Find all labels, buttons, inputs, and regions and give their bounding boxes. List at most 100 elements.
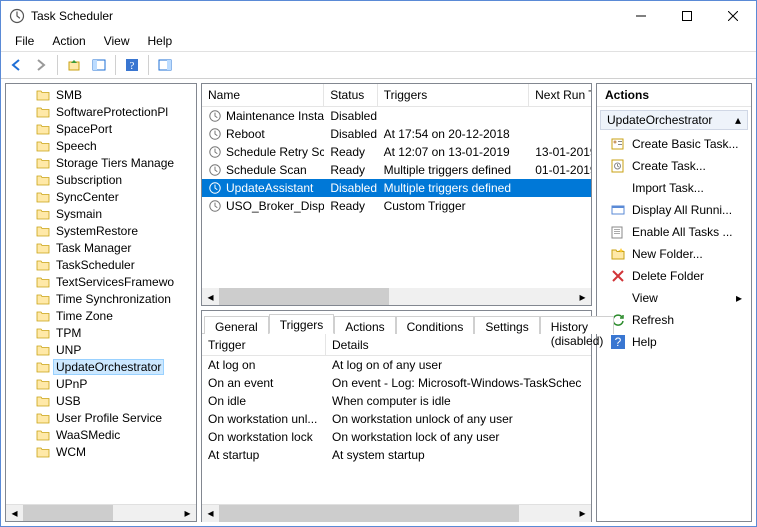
maximize-button[interactable] [664,1,710,31]
toolbar: ? [1,51,756,79]
close-button[interactable] [710,1,756,31]
show-hide-tree-button[interactable] [88,54,110,76]
task-list[interactable]: Maintenance InstallDisabledRebootDisable… [202,107,591,288]
trigger-row[interactable]: At log onAt log on of any user [202,356,591,374]
toolbar-separator [148,55,149,75]
trigger-row[interactable]: On workstation lockOn workstation lock o… [202,428,591,446]
horizontal-scrollbar[interactable]: ◂ ▸ [202,504,591,521]
trigger-row[interactable]: On idleWhen computer is idle [202,392,591,410]
menu-file[interactable]: File [7,32,42,50]
task-status: Ready [324,199,377,213]
menu-action[interactable]: Action [44,32,93,50]
scroll-right-icon[interactable]: ▸ [574,505,591,522]
tree-item-label: Task Manager [54,241,133,255]
actions-heading[interactable]: UpdateOrchestrator ▴ [600,110,748,130]
task-row[interactable]: Schedule ScanReadyMultiple triggers defi… [202,161,591,179]
tree-item[interactable]: TextServicesFramewo [6,273,196,290]
delete-icon [610,268,626,284]
minimize-button[interactable] [618,1,664,31]
scroll-right-icon[interactable]: ▸ [179,505,196,522]
action-import[interactable]: Import Task... [600,177,748,199]
trigger-details: On event - Log: Microsoft-Windows-TaskSc… [326,376,586,390]
tab-settings[interactable]: Settings [474,316,539,334]
folder-icon [36,445,50,459]
action-label: Refresh [632,313,674,327]
column-next-run[interactable]: Next Run T [529,84,591,106]
forward-button[interactable] [30,54,52,76]
up-button[interactable] [63,54,85,76]
tree-item[interactable]: SyncCenter [6,188,196,205]
trigger-row[interactable]: On workstation unl...On workstation unlo… [202,410,591,428]
action-refresh[interactable]: Refresh [600,309,748,331]
column-details[interactable]: Details [326,334,586,355]
tree-item[interactable]: Time Synchronization [6,290,196,307]
action-pane-button[interactable] [154,54,176,76]
triggers-list[interactable]: At log onAt log on of any userOn an even… [202,356,591,504]
folder-icon [36,173,50,187]
tab-conditions[interactable]: Conditions [396,316,475,334]
column-status[interactable]: Status [324,84,377,106]
svg-text:?: ? [615,335,622,349]
column-name[interactable]: Name [202,84,324,106]
trigger-row[interactable]: At startupAt system startup [202,446,591,464]
folder-icon [36,122,50,136]
tree-item[interactable]: SMB [6,86,196,103]
collapse-icon[interactable]: ▴ [735,113,741,127]
tab-general[interactable]: General [204,316,269,334]
horizontal-scrollbar[interactable]: ◂ ▸ [6,504,196,521]
action-create[interactable]: Create Task... [600,155,748,177]
scroll-right-icon[interactable]: ▸ [574,288,591,305]
tab-history[interactable]: History (disabled) [540,316,615,334]
folder-icon [36,156,50,170]
action-enable-history[interactable]: Enable All Tasks ... [600,221,748,243]
column-triggers[interactable]: Triggers [378,84,529,106]
tree-item[interactable]: Storage Tiers Manage [6,154,196,171]
scroll-left-icon[interactable]: ◂ [202,288,219,305]
tree-item[interactable]: SpacePort [6,120,196,137]
tree-item[interactable]: TPM [6,324,196,341]
task-row[interactable]: USO_Broker_DisplayReadyCustom Trigger [202,197,591,215]
column-trigger[interactable]: Trigger [202,334,326,355]
trigger-row[interactable]: On an eventOn event - Log: Microsoft-Win… [202,374,591,392]
tree-list[interactable]: SMBSoftwareProtectionPlSpacePortSpeechSt… [6,84,196,504]
task-name: Schedule Scan [226,163,307,177]
action-new-folder[interactable]: New Folder... [600,243,748,265]
help-button[interactable]: ? [121,54,143,76]
tree-item[interactable]: TaskScheduler [6,256,196,273]
tree-item[interactable]: UNP [6,341,196,358]
task-row[interactable]: RebootDisabledAt 17:54 on 20-12-2018 [202,125,591,143]
tree-item[interactable]: USB [6,392,196,409]
action-help[interactable]: ?Help [600,331,748,353]
task-row[interactable]: Schedule Retry ScanReadyAt 12:07 on 13-0… [202,143,591,161]
action-view[interactable]: View▸ [600,287,748,309]
tasks-header[interactable]: Name Status Triggers Next Run T [202,84,591,107]
tree-item[interactable]: SoftwareProtectionPl [6,103,196,120]
trigger-name: On idle [202,394,326,408]
tab-triggers[interactable]: Triggers [269,314,335,334]
toolbar-separator [57,55,58,75]
tree-item[interactable]: Sysmain [6,205,196,222]
tree-item[interactable]: User Profile Service [6,409,196,426]
scroll-left-icon[interactable]: ◂ [6,505,23,522]
tree-item[interactable]: UpdateOrchestrator [6,358,196,375]
tab-actions[interactable]: Actions [334,316,395,334]
menu-view[interactable]: View [96,32,138,50]
tree-item[interactable]: UPnP [6,375,196,392]
triggers-header[interactable]: Trigger Details [202,334,591,356]
task-row[interactable]: Maintenance InstallDisabled [202,107,591,125]
menu-help[interactable]: Help [140,32,181,50]
task-row[interactable]: UpdateAssistantDisabledMultiple triggers… [202,179,591,197]
tree-item[interactable]: Speech [6,137,196,154]
tree-item[interactable]: SystemRestore [6,222,196,239]
tree-item[interactable]: WCM [6,443,196,460]
scroll-left-icon[interactable]: ◂ [202,505,219,522]
horizontal-scrollbar[interactable]: ◂ ▸ [202,288,591,305]
tree-item[interactable]: Task Manager [6,239,196,256]
tree-item[interactable]: WaaSMedic [6,426,196,443]
tree-item[interactable]: Time Zone [6,307,196,324]
tree-item[interactable]: Subscription [6,171,196,188]
action-create-basic[interactable]: Create Basic Task... [600,133,748,155]
action-display[interactable]: Display All Runni... [600,199,748,221]
back-button[interactable] [5,54,27,76]
action-delete[interactable]: Delete Folder [600,265,748,287]
